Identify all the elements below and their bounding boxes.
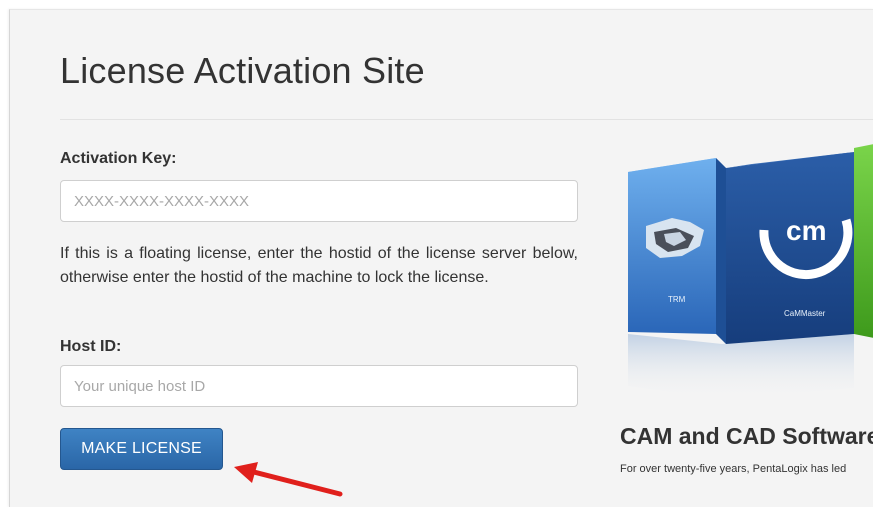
cam-cad-heading: CAM and CAD Software [620, 423, 873, 449]
activation-key-label: Activation Key: [60, 150, 177, 167]
host-id-input[interactable] [60, 365, 578, 407]
host-id-label: Host ID: [60, 338, 122, 355]
activation-key-input[interactable] [60, 180, 578, 222]
cm-logo-text: cm [786, 215, 826, 246]
green-product-box [854, 144, 873, 338]
trm-box-label: TRM [668, 295, 686, 304]
company-description: For over twenty-five years, PentaLogix h… [620, 463, 847, 475]
cammaster-box-label: CaMMaster [784, 309, 826, 318]
license-panel: License Activation Site Activation Key: … [9, 9, 873, 507]
product-boxes-image: cm TRM CaMMaster [628, 144, 873, 400]
make-license-button[interactable]: MAKE LICENSE [60, 428, 223, 470]
page-title: License Activation Site [60, 50, 425, 91]
divider [60, 119, 873, 120]
hostid-help-text: If this is a floating license, enter the… [60, 245, 578, 286]
red-arrow-annotation-icon [234, 462, 343, 497]
